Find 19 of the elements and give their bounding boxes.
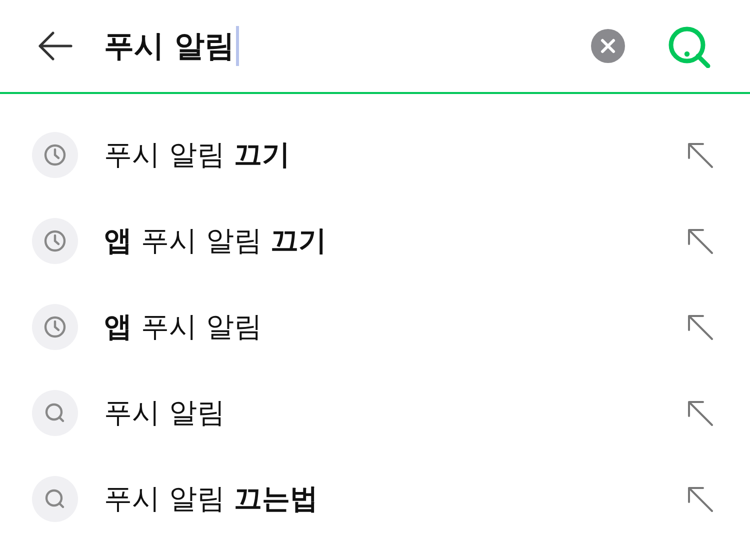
suggestion-text[interactable]: 앱 푸시 알림 <box>104 308 686 346</box>
search-icon <box>32 476 78 522</box>
clock-icon <box>32 218 78 264</box>
up-left-arrow-icon[interactable] <box>686 313 714 341</box>
up-left-arrow-icon[interactable] <box>686 141 714 169</box>
suggestion-text[interactable]: 푸시 알림 <box>104 394 686 432</box>
suggestion-text[interactable]: 푸시 알림 끄는법 <box>104 480 686 518</box>
search-icon[interactable] <box>666 24 712 68</box>
clock-icon <box>32 132 78 178</box>
search-icon <box>32 390 78 436</box>
clear-icon[interactable] <box>590 28 626 64</box>
suggestion-text[interactable]: 푸시 알림 끄기 <box>104 136 686 174</box>
up-left-arrow-icon[interactable] <box>686 399 714 427</box>
back-arrow-icon[interactable] <box>37 31 73 61</box>
up-left-arrow-icon[interactable] <box>686 485 714 513</box>
search-field[interactable]: 푸시 알림 <box>104 21 590 71</box>
clock-icon <box>32 304 78 350</box>
up-left-arrow-icon[interactable] <box>686 227 714 255</box>
suggestion-text[interactable]: 앱 푸시 알림 끄기 <box>104 222 686 260</box>
